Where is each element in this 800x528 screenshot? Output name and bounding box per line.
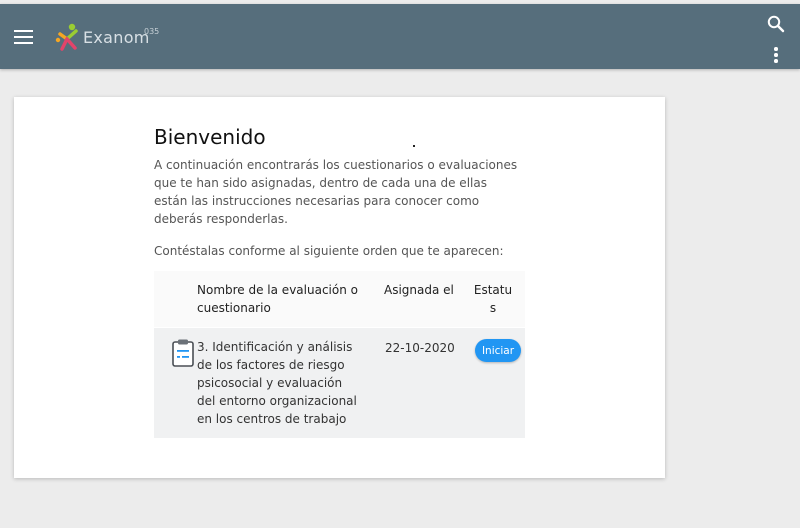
welcome-card: Bienvenido A continuación encontrarás lo… bbox=[14, 97, 665, 478]
header-name: Nombre de la evaluación o cuestionario bbox=[197, 283, 358, 315]
header-status: Estatus bbox=[473, 283, 513, 315]
order-note: Contéstalas conforme al siguiente orden … bbox=[154, 244, 504, 258]
table-header: Nombre de la evaluación o cuestionario A… bbox=[154, 271, 525, 327]
header-assigned: Asignada el bbox=[384, 283, 454, 297]
assigned-date: 22-10-2020 bbox=[385, 341, 455, 355]
clipboard-icon bbox=[171, 338, 195, 368]
table-row: 3. Identificación y análisis de los fact… bbox=[154, 328, 525, 438]
exanom-logo-icon bbox=[55, 23, 78, 51]
hamburger-menu-icon[interactable] bbox=[14, 29, 34, 45]
search-icon[interactable] bbox=[766, 14, 786, 34]
logo-superscript: 035 bbox=[144, 27, 160, 36]
start-button[interactable]: Iniciar bbox=[475, 339, 521, 362]
app-header: Exanom 035 bbox=[0, 4, 800, 69]
page-title: Bienvenido bbox=[154, 125, 266, 149]
assignments-table: Nombre de la evaluación o cuestionario A… bbox=[154, 271, 525, 438]
more-vert-icon[interactable] bbox=[772, 47, 780, 65]
evaluation-name: 3. Identificación y análisis de los fact… bbox=[197, 340, 357, 426]
intro-text: A continuación encontrarás los cuestiona… bbox=[154, 158, 518, 226]
stray-dot bbox=[413, 145, 415, 147]
logo-text: Exanom bbox=[83, 28, 150, 47]
